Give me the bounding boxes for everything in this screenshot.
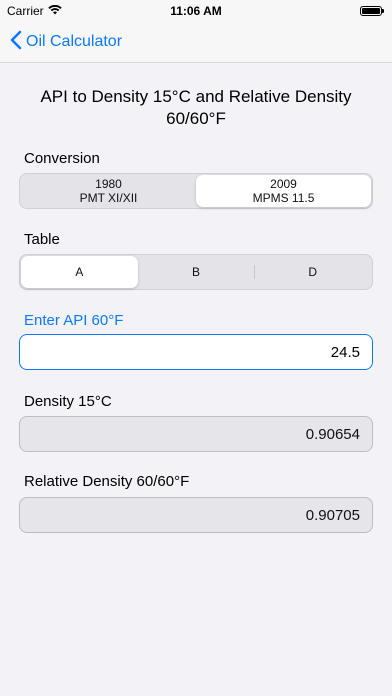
table-segmented-control: A B D (19, 254, 373, 290)
wifi-icon (47, 4, 62, 18)
table-option-d[interactable]: D (254, 256, 371, 288)
api-input-value: 24.5 (330, 343, 360, 361)
relative-density-value: 0.90705 (305, 506, 360, 524)
conversion-option-year: 1980 (95, 177, 122, 191)
table-label: Table (24, 231, 60, 248)
relative-density-label: Relative Density 60/60°F (24, 473, 190, 490)
back-button[interactable]: Oil Calculator (10, 30, 122, 55)
status-left: Carrier (0, 4, 62, 18)
conversion-option-standard: MPMS 11.5 (252, 191, 315, 205)
table-option-a[interactable]: A (21, 256, 138, 288)
page-title: API to Density 15°C and Relative Density… (40, 87, 352, 128)
api-input-label: Enter API 60°F (24, 312, 124, 329)
navigation-bar: Oil Calculator (0, 22, 392, 63)
battery-icon (360, 6, 384, 16)
table-option-label: A (75, 265, 84, 279)
conversion-option-standard: PMT XI/XII (79, 191, 138, 205)
density-15c-label: Density 15°C (24, 393, 112, 410)
api-input-field[interactable]: 24.5 (19, 334, 373, 370)
table-option-b[interactable]: B (138, 256, 255, 288)
conversion-option-year: 2009 (270, 177, 297, 191)
conversion-label: Conversion (24, 150, 100, 167)
back-button-label: Oil Calculator (26, 33, 123, 50)
conversion-segmented-control: 1980 PMT XI/XII 2009 MPMS 11.5 (19, 173, 373, 209)
table-option-label: B (192, 265, 201, 279)
density-15c-value: 0.90654 (305, 425, 360, 443)
conversion-option-1980[interactable]: 1980 PMT XI/XII (21, 175, 196, 207)
density-15c-field: 0.90654 (19, 416, 373, 452)
status-right (360, 6, 392, 16)
status-bar: Carrier 11:06 AM (0, 0, 392, 22)
relative-density-field: 0.90705 (19, 497, 373, 533)
carrier-label: Carrier (7, 4, 44, 18)
table-option-label: D (308, 265, 318, 279)
conversion-option-2009[interactable]: 2009 MPMS 11.5 (196, 175, 371, 207)
chevron-left-icon (10, 30, 26, 55)
